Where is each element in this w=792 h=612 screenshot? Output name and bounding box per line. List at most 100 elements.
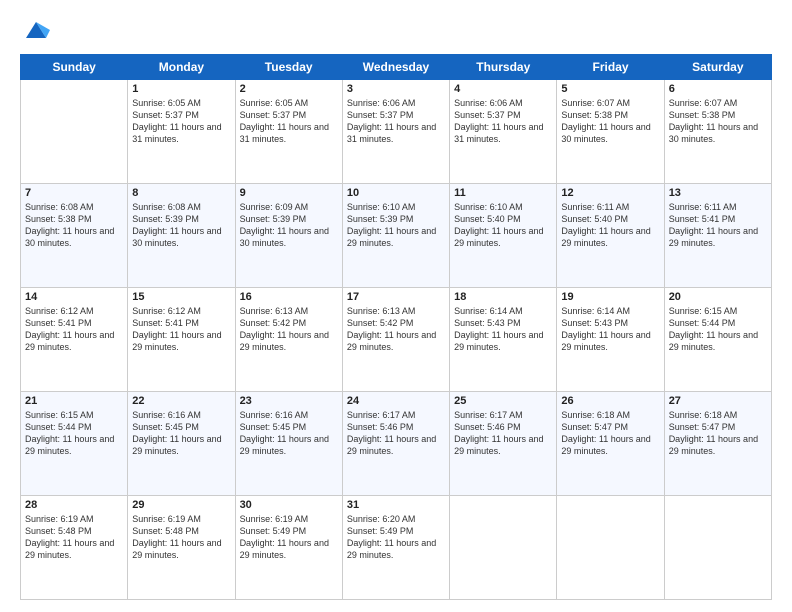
calendar-cell: 27 Sunrise: 6:18 AM Sunset: 5:47 PM Dayl… (664, 392, 771, 496)
sunrise-label: Sunrise: 6:15 AM (669, 306, 738, 316)
calendar-cell: 29 Sunrise: 6:19 AM Sunset: 5:48 PM Dayl… (128, 496, 235, 600)
day-info: Sunrise: 6:17 AM Sunset: 5:46 PM Dayligh… (454, 409, 552, 458)
day-number: 8 (132, 187, 230, 199)
sunset-label: Sunset: 5:43 PM (561, 318, 628, 328)
calendar-week-row: 21 Sunrise: 6:15 AM Sunset: 5:44 PM Dayl… (21, 392, 772, 496)
calendar-cell (557, 496, 664, 600)
daylight-label: Daylight: 11 hours and 29 minutes. (454, 434, 543, 456)
calendar-cell: 14 Sunrise: 6:12 AM Sunset: 5:41 PM Dayl… (21, 288, 128, 392)
sunset-label: Sunset: 5:47 PM (669, 422, 736, 432)
day-info: Sunrise: 6:10 AM Sunset: 5:39 PM Dayligh… (347, 201, 445, 250)
calendar-cell: 28 Sunrise: 6:19 AM Sunset: 5:48 PM Dayl… (21, 496, 128, 600)
sunset-label: Sunset: 5:40 PM (454, 214, 521, 224)
day-number: 14 (25, 291, 123, 303)
sunset-label: Sunset: 5:37 PM (240, 110, 307, 120)
sunrise-label: Sunrise: 6:17 AM (347, 410, 416, 420)
day-number: 6 (669, 83, 767, 95)
calendar-cell: 10 Sunrise: 6:10 AM Sunset: 5:39 PM Dayl… (342, 184, 449, 288)
sunrise-label: Sunrise: 6:12 AM (132, 306, 201, 316)
daylight-label: Daylight: 11 hours and 30 minutes. (240, 226, 329, 248)
daylight-label: Daylight: 11 hours and 29 minutes. (669, 330, 758, 352)
logo (20, 16, 50, 44)
daylight-label: Daylight: 11 hours and 29 minutes. (454, 330, 543, 352)
day-number: 27 (669, 395, 767, 407)
sunset-label: Sunset: 5:46 PM (454, 422, 521, 432)
sunset-label: Sunset: 5:39 PM (240, 214, 307, 224)
calendar-cell: 20 Sunrise: 6:15 AM Sunset: 5:44 PM Dayl… (664, 288, 771, 392)
sunrise-label: Sunrise: 6:10 AM (347, 202, 416, 212)
daylight-label: Daylight: 11 hours and 30 minutes. (132, 226, 221, 248)
daylight-label: Daylight: 11 hours and 30 minutes. (669, 122, 758, 144)
daylight-label: Daylight: 11 hours and 29 minutes. (347, 538, 436, 560)
day-info: Sunrise: 6:17 AM Sunset: 5:46 PM Dayligh… (347, 409, 445, 458)
day-header-saturday: Saturday (664, 55, 771, 80)
calendar-cell: 24 Sunrise: 6:17 AM Sunset: 5:46 PM Dayl… (342, 392, 449, 496)
day-info: Sunrise: 6:11 AM Sunset: 5:41 PM Dayligh… (669, 201, 767, 250)
sunrise-label: Sunrise: 6:19 AM (132, 514, 201, 524)
sunrise-label: Sunrise: 6:16 AM (132, 410, 201, 420)
day-number: 3 (347, 83, 445, 95)
sunset-label: Sunset: 5:39 PM (132, 214, 199, 224)
sunset-label: Sunset: 5:41 PM (669, 214, 736, 224)
calendar-week-row: 14 Sunrise: 6:12 AM Sunset: 5:41 PM Dayl… (21, 288, 772, 392)
day-info: Sunrise: 6:15 AM Sunset: 5:44 PM Dayligh… (669, 305, 767, 354)
daylight-label: Daylight: 11 hours and 30 minutes. (561, 122, 650, 144)
calendar-cell: 13 Sunrise: 6:11 AM Sunset: 5:41 PM Dayl… (664, 184, 771, 288)
sunrise-label: Sunrise: 6:13 AM (347, 306, 416, 316)
calendar-week-row: 28 Sunrise: 6:19 AM Sunset: 5:48 PM Dayl… (21, 496, 772, 600)
day-number: 11 (454, 187, 552, 199)
calendar-cell: 23 Sunrise: 6:16 AM Sunset: 5:45 PM Dayl… (235, 392, 342, 496)
daylight-label: Daylight: 11 hours and 29 minutes. (347, 226, 436, 248)
sunrise-label: Sunrise: 6:07 AM (561, 98, 630, 108)
sunrise-label: Sunrise: 6:18 AM (669, 410, 738, 420)
day-info: Sunrise: 6:06 AM Sunset: 5:37 PM Dayligh… (347, 97, 445, 146)
calendar-cell: 1 Sunrise: 6:05 AM Sunset: 5:37 PM Dayli… (128, 80, 235, 184)
calendar-cell: 26 Sunrise: 6:18 AM Sunset: 5:47 PM Dayl… (557, 392, 664, 496)
sunrise-label: Sunrise: 6:19 AM (25, 514, 94, 524)
sunrise-label: Sunrise: 6:05 AM (240, 98, 309, 108)
day-number: 10 (347, 187, 445, 199)
day-number: 21 (25, 395, 123, 407)
day-info: Sunrise: 6:07 AM Sunset: 5:38 PM Dayligh… (561, 97, 659, 146)
day-number: 31 (347, 499, 445, 511)
daylight-label: Daylight: 11 hours and 31 minutes. (347, 122, 436, 144)
sunrise-label: Sunrise: 6:17 AM (454, 410, 523, 420)
day-number: 17 (347, 291, 445, 303)
calendar-week-row: 7 Sunrise: 6:08 AM Sunset: 5:38 PM Dayli… (21, 184, 772, 288)
day-number: 29 (132, 499, 230, 511)
sunrise-label: Sunrise: 6:11 AM (669, 202, 737, 212)
day-number: 15 (132, 291, 230, 303)
daylight-label: Daylight: 11 hours and 29 minutes. (561, 434, 650, 456)
calendar-cell: 16 Sunrise: 6:13 AM Sunset: 5:42 PM Dayl… (235, 288, 342, 392)
day-number: 12 (561, 187, 659, 199)
daylight-label: Daylight: 11 hours and 29 minutes. (669, 434, 758, 456)
day-number: 19 (561, 291, 659, 303)
day-number: 26 (561, 395, 659, 407)
day-number: 9 (240, 187, 338, 199)
sunrise-label: Sunrise: 6:07 AM (669, 98, 738, 108)
day-info: Sunrise: 6:07 AM Sunset: 5:38 PM Dayligh… (669, 97, 767, 146)
day-info: Sunrise: 6:19 AM Sunset: 5:48 PM Dayligh… (25, 513, 123, 562)
daylight-label: Daylight: 11 hours and 29 minutes. (669, 226, 758, 248)
logo-icon (22, 16, 50, 44)
daylight-label: Daylight: 11 hours and 29 minutes. (240, 434, 329, 456)
sunset-label: Sunset: 5:41 PM (132, 318, 199, 328)
day-number: 25 (454, 395, 552, 407)
calendar-cell: 19 Sunrise: 6:14 AM Sunset: 5:43 PM Dayl… (557, 288, 664, 392)
calendar-cell: 21 Sunrise: 6:15 AM Sunset: 5:44 PM Dayl… (21, 392, 128, 496)
sunset-label: Sunset: 5:48 PM (132, 526, 199, 536)
sunrise-label: Sunrise: 6:08 AM (132, 202, 201, 212)
sunrise-label: Sunrise: 6:20 AM (347, 514, 416, 524)
day-info: Sunrise: 6:10 AM Sunset: 5:40 PM Dayligh… (454, 201, 552, 250)
calendar-cell: 17 Sunrise: 6:13 AM Sunset: 5:42 PM Dayl… (342, 288, 449, 392)
day-info: Sunrise: 6:13 AM Sunset: 5:42 PM Dayligh… (347, 305, 445, 354)
sunset-label: Sunset: 5:48 PM (25, 526, 92, 536)
daylight-label: Daylight: 11 hours and 29 minutes. (347, 434, 436, 456)
calendar-table: SundayMondayTuesdayWednesdayThursdayFrid… (20, 54, 772, 600)
sunset-label: Sunset: 5:42 PM (240, 318, 307, 328)
sunrise-label: Sunrise: 6:11 AM (561, 202, 629, 212)
day-number: 2 (240, 83, 338, 95)
day-info: Sunrise: 6:05 AM Sunset: 5:37 PM Dayligh… (240, 97, 338, 146)
day-info: Sunrise: 6:16 AM Sunset: 5:45 PM Dayligh… (240, 409, 338, 458)
day-info: Sunrise: 6:15 AM Sunset: 5:44 PM Dayligh… (25, 409, 123, 458)
